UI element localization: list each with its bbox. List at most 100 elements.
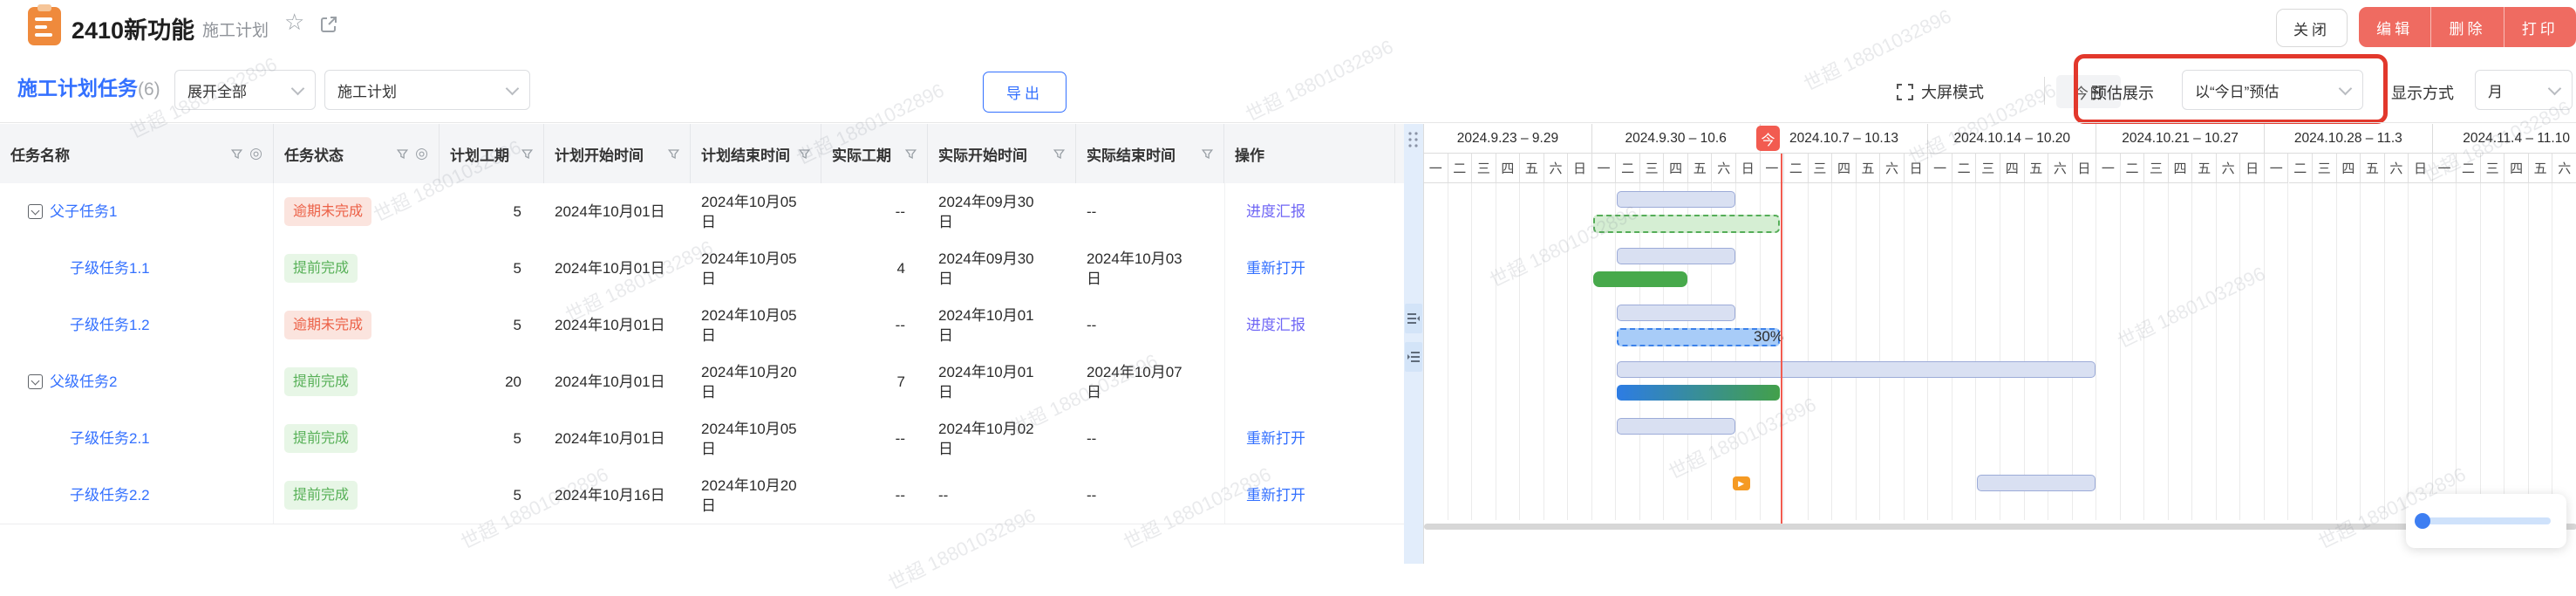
gantt-planned-bar[interactable]: [1617, 248, 1735, 264]
open-external-icon[interactable]: [319, 15, 338, 34]
task-name-link[interactable]: 父级任务2: [50, 372, 117, 392]
zoom-slider-track[interactable]: [2423, 517, 2551, 524]
display-mode-dropdown[interactable]: 月: [2475, 70, 2573, 110]
expand-right-icon[interactable]: [1405, 342, 1422, 372]
export-button[interactable]: 导出: [983, 72, 1067, 113]
gantt-planned-bar[interactable]: [1977, 475, 2096, 491]
task-name-link[interactable]: 子级任务1.1: [70, 258, 150, 278]
estimate-mode-dropdown[interactable]: 以“今日”预估: [2182, 70, 2363, 110]
column-header-label: 计划工期: [450, 143, 509, 165]
cell-value: 2024年10月16日: [555, 485, 665, 505]
collapse-expand-icon[interactable]: [28, 204, 43, 219]
cell-4: 2024年10月05日: [691, 183, 821, 240]
cell-value: --: [1087, 315, 1096, 335]
column-visibility-icon[interactable]: ◎: [249, 145, 262, 162]
task-name-link[interactable]: 子级任务2.2: [70, 485, 150, 505]
cell-5: 4: [821, 240, 928, 297]
task-name-link[interactable]: 子级任务1.2: [70, 315, 150, 335]
gantt-week-label: 2024.10.21 – 10.27: [2096, 124, 2265, 154]
action-cell: 进度汇报: [1224, 297, 1395, 353]
gantt-actual-bar[interactable]: [1617, 385, 1780, 401]
cell-value: 5: [514, 258, 521, 278]
task-status-cell: 提前完成: [274, 240, 440, 297]
cell-7: --: [1076, 410, 1224, 467]
gantt-day-label: 日: [1568, 154, 1592, 183]
gantt-grid-column: [2313, 183, 2337, 520]
display-mode-label: 显示方式: [2391, 81, 2454, 104]
filter-funnel-icon[interactable]: [397, 148, 408, 160]
reopen-link[interactable]: 重新打开: [1246, 428, 1305, 449]
gantt-planned-bar[interactable]: [1617, 305, 1735, 321]
task-name-link[interactable]: 子级任务2.1: [70, 428, 150, 449]
gantt-grid-column: [2025, 183, 2049, 520]
favorite-star-icon[interactable]: ☆: [284, 10, 304, 33]
filter-funnel-icon[interactable]: [799, 148, 810, 160]
gantt-planned-bar[interactable]: [1617, 418, 1735, 435]
task-status-cell: 逾期未完成: [274, 183, 440, 240]
cell-value: 2024年10月01日: [555, 258, 665, 278]
cell-value: 4: [897, 258, 905, 278]
gantt-actual-bar[interactable]: [1593, 271, 1687, 287]
reopen-link[interactable]: 重新打开: [1246, 258, 1305, 278]
column-visibility-icon[interactable]: ◎: [415, 145, 428, 162]
gantt-actual-bar[interactable]: [1593, 215, 1780, 233]
task-count: (6): [138, 79, 160, 99]
gantt-day-label: 六: [2385, 154, 2409, 183]
filter-funnel-icon[interactable]: [668, 148, 679, 160]
status-badge: 提前完成: [284, 424, 358, 453]
gantt-planned-bar[interactable]: [1617, 361, 2096, 378]
gantt-grid-column: [2409, 183, 2433, 520]
cell-value: --: [896, 202, 905, 222]
cell-7: --: [1076, 467, 1224, 524]
action-cell: 重新打开: [1224, 240, 1395, 297]
task-name-link[interactable]: 父子任务1: [50, 202, 117, 222]
zoom-slider-thumb[interactable]: [2415, 513, 2430, 529]
cell-5: --: [821, 297, 928, 353]
cell-value: 2024年10月01日: [938, 362, 1039, 402]
gantt-day-label: 四: [1832, 154, 1857, 183]
gantt-grid-column: [2096, 183, 2121, 520]
fullscreen-mode-button[interactable]: 大屏模式: [1896, 80, 1984, 103]
plan-select-dropdown[interactable]: 施工计划: [324, 70, 530, 110]
page-title: 2410新功能: [72, 11, 194, 45]
status-badge: 逾期未完成: [284, 197, 371, 226]
drag-handle-icon[interactable]: [1407, 131, 1419, 148]
today-badge: 今: [1756, 126, 1780, 151]
cell-value: 2024年10月05日: [701, 419, 801, 459]
table-row: 父级任务2提前完成202024年10月01日2024年10月20日72024年1…: [0, 353, 1404, 411]
gantt-horizontal-scrollbar[interactable]: [1424, 524, 2576, 530]
task-status-cell: 提前完成: [274, 410, 440, 467]
gantt-grid-column: [2121, 183, 2145, 520]
cell-2: 5: [440, 410, 544, 467]
edit-button[interactable]: 编辑: [2359, 7, 2430, 47]
collapse-left-icon[interactable]: [1405, 304, 1422, 333]
cell-4: 2024年10月05日: [691, 410, 821, 467]
expand-all-dropdown[interactable]: 展开全部: [174, 70, 316, 110]
gantt-day-label: 日: [2073, 154, 2097, 183]
collapse-expand-icon[interactable]: [28, 374, 43, 389]
filter-funnel-icon[interactable]: [231, 148, 242, 160]
task-name-cell: 子级任务1.2: [0, 297, 274, 353]
cell-4: 2024年10月20日: [691, 467, 821, 524]
delete-button[interactable]: 删除: [2430, 7, 2503, 47]
filter-funnel-icon[interactable]: [1202, 148, 1213, 160]
filter-funnel-icon[interactable]: [905, 148, 917, 160]
close-button[interactable]: 关闭: [2276, 9, 2348, 47]
gantt-grid-column: [1640, 183, 1665, 520]
gantt-marker-icon[interactable]: ▶: [1733, 476, 1750, 490]
print-button[interactable]: 打印: [2504, 7, 2576, 47]
cell-value: 2024年10月05日: [701, 305, 801, 346]
gantt-planned-bar[interactable]: [1617, 191, 1735, 208]
filter-funnel-icon[interactable]: [521, 148, 533, 160]
gantt-actual-bar[interactable]: 30%: [1617, 328, 1780, 346]
progress-report-link[interactable]: 进度汇报: [1246, 202, 1305, 222]
reopen-link[interactable]: 重新打开: [1246, 485, 1305, 505]
column-header-label: 实际工期: [832, 143, 891, 165]
chevron-down-icon: [2548, 81, 2562, 95]
cell-3: 2024年10月16日: [544, 467, 691, 524]
panel-splitter[interactable]: [1404, 124, 1423, 564]
filter-funnel-icon[interactable]: [1053, 148, 1065, 160]
cell-value: --: [896, 315, 905, 335]
cell-2: 5: [440, 297, 544, 353]
progress-report-link[interactable]: 进度汇报: [1246, 315, 1305, 335]
